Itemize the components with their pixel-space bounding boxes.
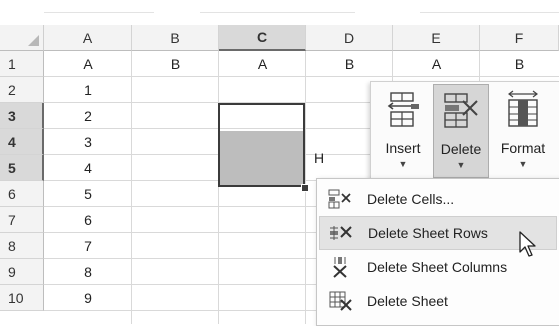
row-header-3[interactable]: 3 bbox=[0, 103, 44, 129]
row-header-9[interactable]: 9 bbox=[0, 259, 44, 285]
row-header-4[interactable]: 4 bbox=[0, 129, 44, 155]
cell-b1[interactable]: B bbox=[132, 51, 219, 77]
cell-a9[interactable]: 8 bbox=[44, 259, 132, 285]
cell-f1[interactable]: B bbox=[480, 51, 559, 77]
chevron-down-icon: ▼ bbox=[456, 160, 466, 170]
row-header-10[interactable]: 10 bbox=[0, 285, 44, 311]
cell-c1[interactable]: A bbox=[219, 51, 306, 77]
divider bbox=[200, 12, 355, 13]
menu-item-delete-sheet[interactable]: Delete Sheet bbox=[319, 284, 557, 318]
format-cells-icon bbox=[508, 90, 538, 127]
cell-d4-partial-text: H bbox=[314, 150, 325, 166]
format-label: Format bbox=[500, 140, 546, 156]
delete-columns-icon bbox=[333, 257, 347, 278]
mouse-pointer-icon bbox=[519, 231, 536, 257]
column-header-f[interactable]: F bbox=[480, 25, 559, 51]
insert-button[interactable]: Insert ▼ bbox=[375, 84, 431, 178]
row-header-1[interactable]: 1 bbox=[0, 51, 44, 77]
cell-a5[interactable]: 4 bbox=[44, 155, 132, 181]
cell-a10[interactable]: 9 bbox=[44, 285, 132, 311]
select-all-corner[interactable] bbox=[0, 25, 44, 51]
row-header-6[interactable]: 6 bbox=[0, 181, 44, 207]
ribbon-cells-group: Insert ▼ Delete ▼ Format ▼ bbox=[370, 81, 559, 180]
cell-a1[interactable]: A bbox=[44, 51, 132, 77]
cell-a4[interactable]: 3 bbox=[44, 129, 132, 155]
cell-a3[interactable]: 2 bbox=[44, 103, 132, 129]
cell-a7[interactable]: 6 bbox=[44, 207, 132, 233]
insert-label: Insert bbox=[385, 140, 421, 156]
delete-sheet-icon bbox=[329, 291, 352, 311]
cell-a2[interactable]: 1 bbox=[44, 77, 132, 103]
menu-item-label: Delete Sheet Columns bbox=[367, 259, 508, 275]
column-header-a[interactable]: A bbox=[44, 25, 132, 51]
delete-cells-icon bbox=[328, 189, 351, 209]
delete-label: Delete bbox=[440, 141, 482, 157]
format-button[interactable]: Format ▼ bbox=[491, 84, 555, 178]
row-header-5[interactable]: 5 bbox=[0, 155, 44, 181]
insert-cells-icon bbox=[387, 92, 419, 127]
menu-item-label: Delete Cells... bbox=[367, 191, 455, 207]
column-header-e[interactable]: E bbox=[393, 25, 480, 51]
selected-range-c3-c5[interactable] bbox=[218, 103, 305, 187]
row-header-2[interactable]: 2 bbox=[0, 77, 44, 103]
divider bbox=[420, 12, 559, 13]
menu-item-label: Delete Sheet Rows bbox=[368, 225, 488, 241]
cell-a6[interactable]: 5 bbox=[44, 181, 132, 207]
chevron-down-icon: ▼ bbox=[518, 159, 528, 169]
chevron-down-icon: ▼ bbox=[398, 159, 408, 169]
top-strip bbox=[0, 0, 559, 25]
cell-d1[interactable]: B bbox=[306, 51, 393, 77]
cell-a8[interactable]: 7 bbox=[44, 233, 132, 259]
divider bbox=[44, 12, 154, 13]
column-header-d[interactable]: D bbox=[306, 25, 393, 51]
row-header-7[interactable]: 7 bbox=[0, 207, 44, 233]
fill-handle[interactable] bbox=[301, 184, 309, 192]
menu-item-label: Delete Sheet bbox=[367, 293, 448, 309]
menu-item-delete-cells[interactable]: Delete Cells... bbox=[319, 182, 557, 216]
cell-e1[interactable]: A bbox=[393, 51, 480, 77]
column-header-c[interactable]: C bbox=[219, 25, 306, 51]
delete-cells-icon bbox=[444, 93, 478, 128]
delete-rows-icon bbox=[330, 226, 352, 240]
column-header-b[interactable]: B bbox=[132, 25, 219, 51]
row-header-8[interactable]: 8 bbox=[0, 233, 44, 259]
delete-button[interactable]: Delete ▼ bbox=[433, 84, 489, 178]
